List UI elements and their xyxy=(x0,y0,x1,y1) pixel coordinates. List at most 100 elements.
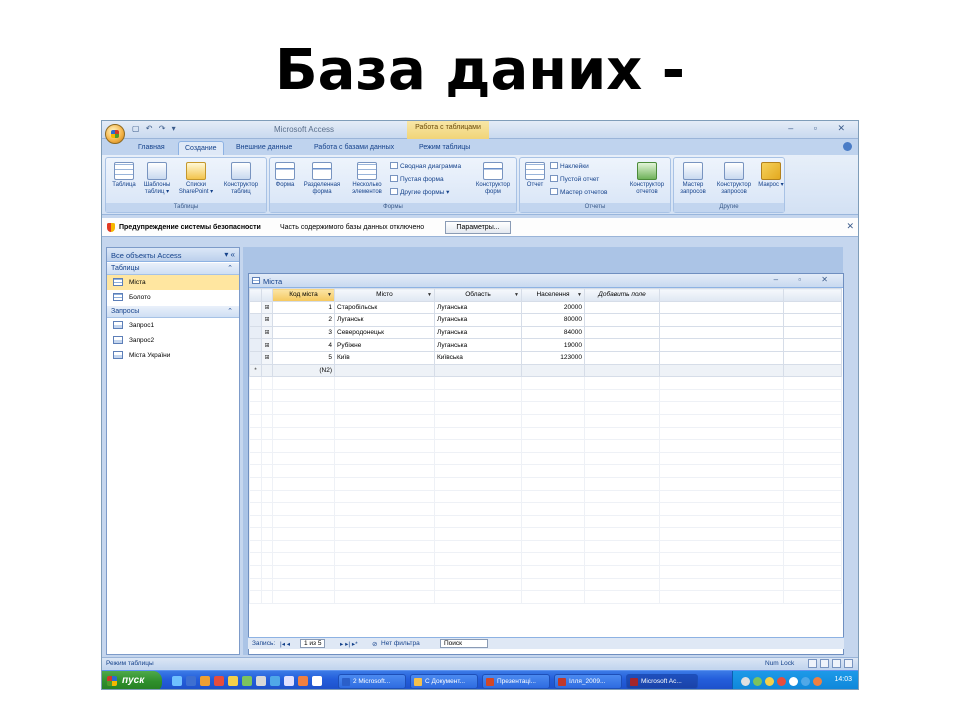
cell-id[interactable]: 1 xyxy=(272,300,335,315)
labels-button[interactable]: Наклейки xyxy=(550,162,589,170)
quicklaunch-expand-icon[interactable] xyxy=(312,676,322,686)
blank-form-button[interactable]: Пустая форма xyxy=(390,175,444,183)
cell-population[interactable]: 19000 xyxy=(521,338,585,352)
table-templates-button[interactable]: Шаблоны таблиц ▾ xyxy=(140,162,174,196)
cell-new-id[interactable]: (N2) xyxy=(272,363,335,378)
column-header-population[interactable]: Населення ▼ xyxy=(521,288,585,302)
nav-item-boloto[interactable]: Болото xyxy=(107,290,239,305)
row-selector[interactable] xyxy=(249,338,262,352)
quicklaunch-ie-icon[interactable] xyxy=(172,676,182,686)
quicklaunch-app-icon[interactable] xyxy=(270,676,280,686)
cell-city[interactable]: Київ xyxy=(334,350,435,365)
taskbar-item-word-group[interactable]: 2 Microsoft... xyxy=(338,674,406,689)
quicklaunch-app-icon[interactable] xyxy=(284,676,294,686)
table-designer-button[interactable]: Конструктор таблиц xyxy=(218,162,264,196)
taskbar-item-presentation[interactable]: Презентаці... xyxy=(482,674,550,689)
split-form-button[interactable]: Разделенная форма xyxy=(299,162,345,196)
expand-icon[interactable]: ⊞ xyxy=(261,313,273,327)
tray-icon[interactable] xyxy=(765,677,774,686)
cell-region[interactable]: Луганська xyxy=(434,338,522,352)
quicklaunch-app-icon[interactable] xyxy=(242,676,252,686)
blank-report-button[interactable]: Пустой отчет xyxy=(550,175,599,183)
report-button[interactable]: Отчет xyxy=(523,162,547,189)
macro-button[interactable]: Макрос ▾ xyxy=(758,162,784,189)
cell-city[interactable]: Северодонецьк xyxy=(334,325,435,340)
quicklaunch-app-icon[interactable] xyxy=(214,676,224,686)
tray-icon[interactable] xyxy=(777,677,786,686)
datasheet-view-icon[interactable] xyxy=(808,659,817,668)
cell-region[interactable]: Луганська xyxy=(434,325,522,340)
report-designer-button[interactable]: Конструктор отчетов xyxy=(624,162,670,196)
cell-city[interactable]: Старобільськ xyxy=(334,300,435,315)
tab-create[interactable]: Создание xyxy=(178,141,224,155)
office-button[interactable] xyxy=(105,124,125,144)
sharepoint-lists-button[interactable]: Списки SharePoint ▾ xyxy=(176,162,216,196)
select-all-corner[interactable] xyxy=(249,288,262,302)
multiple-items-button[interactable]: Несколько элементов xyxy=(346,162,388,196)
row-selector[interactable] xyxy=(249,325,262,340)
query-wizard-button[interactable]: Мастер запросов xyxy=(676,162,710,196)
taskbar-item-access[interactable]: Microsoft Ac... xyxy=(626,674,698,689)
expand-icon[interactable]: ⊞ xyxy=(261,325,273,340)
pivot-view-icon[interactable] xyxy=(820,659,829,668)
window-controls[interactable]: – ▫ ✕ xyxy=(788,123,854,134)
report-wizard-button[interactable]: Мастер отчетов xyxy=(550,188,608,196)
pivot-chart-button[interactable]: Сводная диаграмма xyxy=(390,162,461,170)
first-record-icon[interactable]: |◂ ◂ xyxy=(280,640,290,648)
column-header-region[interactable]: Область ▼ xyxy=(434,288,522,302)
expand-icon[interactable]: ⊞ xyxy=(261,300,273,315)
column-header-add-field[interactable]: Добавить поле xyxy=(584,288,660,302)
cell-id[interactable]: 4 xyxy=(272,338,335,352)
cell-id[interactable]: 3 xyxy=(272,325,335,340)
help-icon[interactable] xyxy=(843,142,852,151)
new-row-marker[interactable]: * xyxy=(249,363,262,378)
cell-population[interactable]: 20000 xyxy=(521,300,585,315)
expand-icon[interactable]: ⊞ xyxy=(261,350,273,365)
cell-population[interactable]: 84000 xyxy=(521,325,585,340)
design-view-icon[interactable] xyxy=(844,659,853,668)
nav-section-queries[interactable]: Запросы ⌃ xyxy=(107,306,239,318)
nav-item-query2[interactable]: Запрос2 xyxy=(107,333,239,348)
tab-external-data[interactable]: Внешние данные xyxy=(230,141,298,155)
quicklaunch-app-icon[interactable] xyxy=(228,676,238,686)
cell-population[interactable]: 80000 xyxy=(521,313,585,327)
cell-id[interactable]: 2 xyxy=(272,313,335,327)
nav-item-mista[interactable]: Міста xyxy=(107,275,239,290)
form-designer-button[interactable]: Конструктор форм xyxy=(470,162,516,196)
start-button[interactable]: пуск xyxy=(102,671,162,689)
nav-section-tables[interactable]: Таблицы ⌃ xyxy=(107,263,239,275)
cell-region[interactable]: Київська xyxy=(434,350,522,365)
cell-population[interactable]: 123000 xyxy=(521,350,585,365)
tab-datasheet[interactable]: Режим таблицы xyxy=(413,141,476,155)
nav-header[interactable]: Все объекты Access ▾ « xyxy=(107,248,239,262)
quicklaunch-folder-icon[interactable] xyxy=(200,676,210,686)
taskbar-item-documents[interactable]: С Документ... xyxy=(410,674,478,689)
tab-database-tools[interactable]: Работа с базами данных xyxy=(308,141,400,155)
quick-access-toolbar[interactable]: ▢ ↶ ↷ ▾ xyxy=(132,124,178,133)
cell-city[interactable]: Луганськ xyxy=(334,313,435,327)
column-header-city[interactable]: Місто ▼ xyxy=(334,288,435,302)
quicklaunch-app-icon[interactable] xyxy=(256,676,266,686)
search-input[interactable]: Поиск xyxy=(440,639,488,648)
close-icon[interactable]: ✕ xyxy=(846,221,854,232)
chart-view-icon[interactable] xyxy=(832,659,841,668)
next-record-icon[interactable]: ▸ ▸| ▸* xyxy=(340,640,358,648)
nav-item-mista-ukrainy[interactable]: Міста України xyxy=(107,348,239,363)
filter-icon[interactable]: ⊘ xyxy=(372,640,377,648)
cell-region[interactable]: Луганська xyxy=(434,300,522,315)
nav-item-query1[interactable]: Запрос1 xyxy=(107,318,239,333)
row-selector[interactable] xyxy=(249,350,262,365)
security-options-button[interactable]: Параметры... xyxy=(445,221,511,234)
query-designer-button[interactable]: Конструктор запросов xyxy=(711,162,757,196)
cell-region[interactable]: Луганська xyxy=(434,313,522,327)
form-button[interactable]: Форма xyxy=(272,162,298,189)
row-selector[interactable] xyxy=(249,313,262,327)
column-header-id[interactable]: Код міста ▼ xyxy=(272,288,335,302)
taskbar-item-file[interactable]: Ілля_2009... xyxy=(554,674,622,689)
volume-icon[interactable] xyxy=(789,677,798,686)
cell-city[interactable]: Рубіжне xyxy=(334,338,435,352)
quicklaunch-app-icon[interactable] xyxy=(298,676,308,686)
collapse-icon[interactable]: ⌃ xyxy=(227,264,233,272)
language-icon[interactable] xyxy=(801,677,810,686)
tray-icon[interactable] xyxy=(741,677,750,686)
